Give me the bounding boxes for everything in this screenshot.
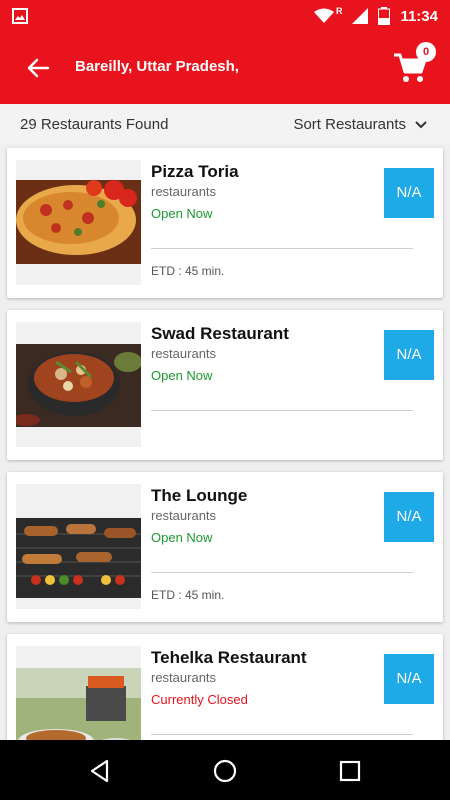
restaurant-card[interactable]: Pizza Toria restaurants Open Now ETD : 4… bbox=[7, 148, 443, 298]
restaurant-card[interactable]: The Lounge restaurants Open Now ETD : 45… bbox=[7, 472, 443, 622]
gallery-icon bbox=[12, 8, 28, 24]
restaurant-image bbox=[16, 646, 141, 740]
back-nav-icon[interactable] bbox=[87, 758, 113, 784]
roaming-indicator: R bbox=[335, 6, 343, 16]
recents-nav-icon[interactable] bbox=[337, 758, 363, 784]
restaurant-image bbox=[16, 322, 141, 447]
restaurant-count: 29 Restaurants Found bbox=[20, 116, 169, 133]
divider bbox=[151, 734, 413, 735]
divider bbox=[151, 572, 413, 573]
restaurant-name: Pizza Toria bbox=[151, 162, 239, 181]
restaurant-name: The Lounge bbox=[151, 486, 248, 505]
sort-dropdown[interactable]: Sort Restaurants bbox=[293, 116, 428, 133]
clock: 11:34 bbox=[400, 7, 438, 25]
rating-badge: N/A bbox=[384, 654, 434, 704]
restaurant-card[interactable]: Tehelka Restaurant restaurants Currently… bbox=[7, 634, 443, 740]
open-status: Open Now bbox=[151, 530, 213, 545]
restaurant-name: Swad Restaurant bbox=[151, 324, 289, 343]
app-bar: Bareilly, Uttar Pradesh, 0 bbox=[0, 32, 450, 104]
sort-label: Sort Restaurants bbox=[293, 116, 406, 133]
estimated-delivery-time: ETD : 45 min. bbox=[151, 588, 225, 602]
navigation-bar bbox=[0, 740, 450, 800]
divider bbox=[151, 248, 413, 249]
closed-status: Currently Closed bbox=[151, 692, 248, 707]
status-bar: R 11:34 bbox=[0, 0, 450, 32]
open-status: Open Now bbox=[151, 206, 213, 221]
restaurant-category: restaurants bbox=[151, 508, 217, 523]
results-header: 29 Restaurants Found Sort Restaurants bbox=[0, 104, 450, 144]
restaurant-image bbox=[16, 484, 141, 609]
restaurant-card[interactable]: Swad Restaurant restaurants Open Now N/A bbox=[7, 310, 443, 460]
chevron-down-icon bbox=[415, 120, 427, 128]
rating-badge: N/A bbox=[384, 330, 434, 380]
open-status: Open Now bbox=[151, 368, 213, 383]
rating-badge: N/A bbox=[384, 492, 434, 542]
home-nav-icon[interactable] bbox=[212, 758, 238, 784]
restaurant-category: restaurants bbox=[151, 346, 217, 361]
rating-badge: N/A bbox=[384, 168, 434, 218]
restaurant-image bbox=[16, 160, 141, 285]
restaurant-list: Pizza Toria restaurants Open Now ETD : 4… bbox=[0, 144, 450, 740]
cart-count-badge: 0 bbox=[416, 42, 436, 62]
signal-icon bbox=[352, 8, 369, 24]
battery-icon bbox=[378, 7, 391, 25]
restaurant-category: restaurants bbox=[151, 670, 217, 685]
restaurant-category: restaurants bbox=[151, 184, 217, 199]
wifi-icon bbox=[313, 8, 334, 23]
estimated-delivery-time: ETD : 45 min. bbox=[151, 264, 225, 278]
back-arrow-icon[interactable] bbox=[24, 54, 52, 82]
divider bbox=[151, 410, 413, 411]
location-title: Bareilly, Uttar Pradesh, bbox=[75, 58, 239, 75]
restaurant-name: Tehelka Restaurant bbox=[151, 648, 307, 667]
